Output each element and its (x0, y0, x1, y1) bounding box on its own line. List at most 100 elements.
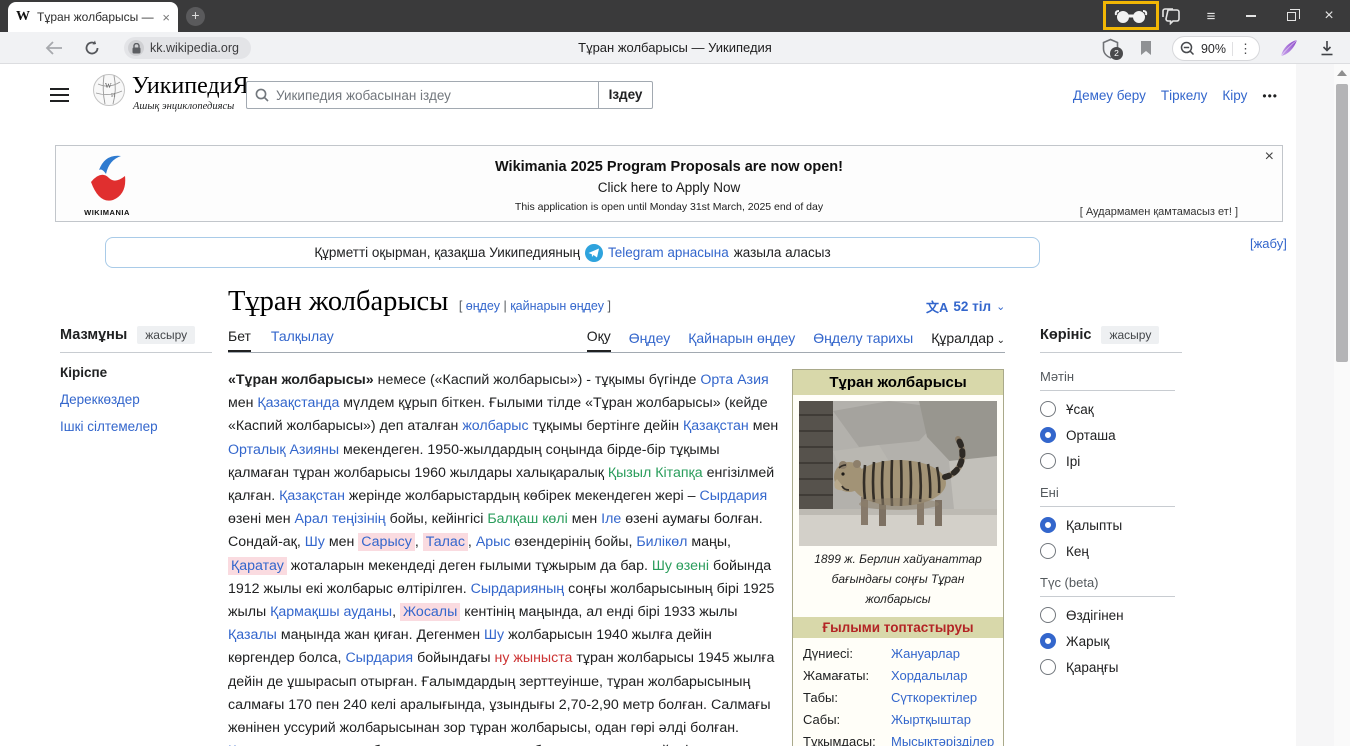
radio-option[interactable]: Жарық (1040, 633, 1182, 649)
header-link[interactable]: Кіру (1222, 88, 1247, 103)
infobox-row-value[interactable]: Сүткоректілер (891, 690, 1003, 705)
toc-hide-button[interactable]: жасыру (137, 326, 195, 344)
radio-selected-icon[interactable] (1040, 427, 1056, 443)
body-link[interactable]: Қазақстан (279, 488, 345, 504)
window-close-icon[interactable]: × (1314, 0, 1344, 32)
body-link[interactable]: Қазақстанда (257, 395, 339, 411)
window-restore-icon[interactable] (1276, 0, 1306, 32)
appearance-hide-button[interactable]: жасыру (1101, 326, 1159, 344)
body-link[interactable]: Қызыл Кітапқа (608, 465, 703, 481)
window-minimize-icon[interactable] (1236, 0, 1266, 32)
body-link[interactable]: Сырдария (345, 650, 413, 666)
body-link[interactable]: Шу өзені (652, 558, 709, 574)
article-tab[interactable]: Талқылау (271, 328, 334, 352)
banner-translate-note[interactable]: [ Аудармамен қамтамасыз ет! ] (1080, 206, 1238, 218)
bookmark-icon[interactable] (1134, 32, 1158, 64)
radio-icon[interactable] (1040, 543, 1056, 559)
body-link[interactable]: Жосалы (400, 603, 460, 621)
radio-icon[interactable] (1040, 607, 1056, 623)
new-tab-button[interactable]: + (186, 7, 205, 26)
infobox-row-value[interactable]: Жыртқыштар (891, 712, 1003, 727)
radio-option[interactable]: Қараңғы (1040, 659, 1182, 675)
article-tab[interactable]: Құралдар ⌄ (931, 330, 1005, 352)
zoom-menu-icon[interactable]: ⋮ (1239, 41, 1252, 57)
article-tab[interactable]: Қайнарын өңдеу (688, 330, 795, 352)
quill-icon[interactable] (1274, 32, 1304, 64)
toc-item[interactable]: Кіріспе (60, 365, 212, 380)
download-icon[interactable] (1312, 32, 1342, 64)
body-link[interactable]: Орта Азия (700, 372, 768, 388)
header-link[interactable]: Тіркелу (1161, 88, 1208, 103)
tab-close-icon[interactable]: × (162, 10, 170, 25)
body-link[interactable]: жолбарыс (462, 418, 528, 434)
wikimania-banner[interactable]: WIKIMANIA Wikimania 2025 Program Proposa… (55, 145, 1283, 222)
body-link[interactable]: ну жыныста (495, 650, 573, 666)
search-button[interactable]: Іздеу (598, 81, 653, 109)
infobox-row-value[interactable]: Мысықтәрізділер (891, 734, 1003, 746)
radio-option[interactable]: Ірі (1040, 453, 1182, 469)
body-link[interactable]: Билікөл (636, 534, 687, 550)
header-link[interactable]: Демеу беру (1073, 88, 1146, 103)
zoom-level: 90% (1201, 42, 1226, 56)
wikipedia-globe-logo[interactable]: W И (92, 73, 126, 112)
svg-text:И: И (111, 93, 116, 99)
body-link[interactable]: Қаратау (228, 557, 287, 575)
toc-item[interactable]: Ішкі сілтемелер (60, 419, 212, 434)
radio-icon[interactable] (1040, 401, 1056, 417)
radio-option[interactable]: Орташа (1040, 427, 1182, 443)
body-link[interactable]: Шу (484, 627, 504, 643)
radio-option[interactable]: Кең (1040, 543, 1182, 559)
language-selector[interactable]: 文A 52 тіл ⌄ (926, 297, 1005, 316)
radio-icon[interactable] (1040, 453, 1056, 469)
side-panels-icon[interactable] (1156, 0, 1186, 32)
banner-close-icon[interactable]: × (1265, 148, 1274, 166)
body-link[interactable]: Талас (423, 533, 468, 551)
scrollbar-thumb[interactable] (1336, 84, 1348, 362)
search-input[interactable] (276, 88, 590, 103)
browser-tab[interactable]: W Тұран жолбарысы — Уи × (8, 2, 178, 32)
browser-menu-icon[interactable]: ≡ (1196, 0, 1226, 32)
radio-selected-icon[interactable] (1040, 517, 1056, 533)
back-icon[interactable] (40, 32, 68, 64)
lock-icon[interactable] (128, 40, 144, 56)
body-link[interactable]: Арал теңізінің (294, 511, 385, 527)
header-overflow-icon[interactable]: ••• (1262, 89, 1278, 103)
body-link[interactable]: Сырдария (699, 488, 767, 504)
wikipedia-wordmark[interactable]: УикипедиЯ (132, 73, 248, 100)
radio-option[interactable]: Қалыпты (1040, 517, 1182, 533)
edit-link[interactable]: өңдеу (466, 299, 500, 313)
source-edit-link[interactable]: қайнарын өңдеу (510, 299, 604, 313)
article-tab[interactable]: Оқу (587, 328, 611, 352)
search-box[interactable] (246, 81, 599, 109)
article-tab[interactable]: Өңдеу (629, 330, 670, 352)
close-banner-link[interactable]: [жабу] (1250, 236, 1287, 251)
body-link[interactable]: Қазалы (228, 627, 277, 643)
zoom-control[interactable]: 90% ⋮ (1172, 36, 1260, 61)
chevron-down-icon: ⌄ (996, 300, 1005, 313)
body-link[interactable]: Іле (601, 511, 621, 527)
radio-icon[interactable] (1040, 659, 1056, 675)
body-link[interactable]: Арыс (476, 534, 511, 550)
body-link[interactable]: Балқаш көлі (487, 511, 567, 527)
infobox-row-value[interactable]: Хордалылар (891, 668, 1003, 683)
body-link[interactable]: Қазақстан (683, 418, 749, 434)
scrollbar-up-arrow[interactable] (1337, 70, 1347, 76)
body-link[interactable]: Орталық Азияны (228, 442, 339, 458)
body-link[interactable]: Шу (305, 534, 325, 550)
article-tab[interactable]: Өңделу тарихы (813, 330, 913, 352)
address-bar[interactable]: kk.wikipedia.org (124, 37, 251, 59)
tiger-photo[interactable] (799, 401, 997, 546)
radio-option[interactable]: Ұсақ (1040, 401, 1182, 417)
radio-option[interactable]: Өздігінен (1040, 607, 1182, 623)
radio-selected-icon[interactable] (1040, 633, 1056, 649)
infobox-row-value[interactable]: Жануарлар (891, 646, 1003, 661)
body-link[interactable]: Қармақшы ауданы (270, 604, 392, 620)
reload-icon[interactable] (78, 32, 106, 64)
body-link[interactable]: Сарысу (358, 533, 415, 551)
banner-apply-link[interactable]: Click here to Apply Now (56, 180, 1282, 195)
main-menu-icon[interactable] (50, 88, 69, 102)
article-tab[interactable]: Бет (228, 328, 251, 352)
telegram-channel-link[interactable]: Telegram арнасына (608, 245, 729, 260)
toc-item[interactable]: Дереккөздер (60, 392, 212, 407)
body-link[interactable]: Сырдарияның (471, 581, 565, 597)
